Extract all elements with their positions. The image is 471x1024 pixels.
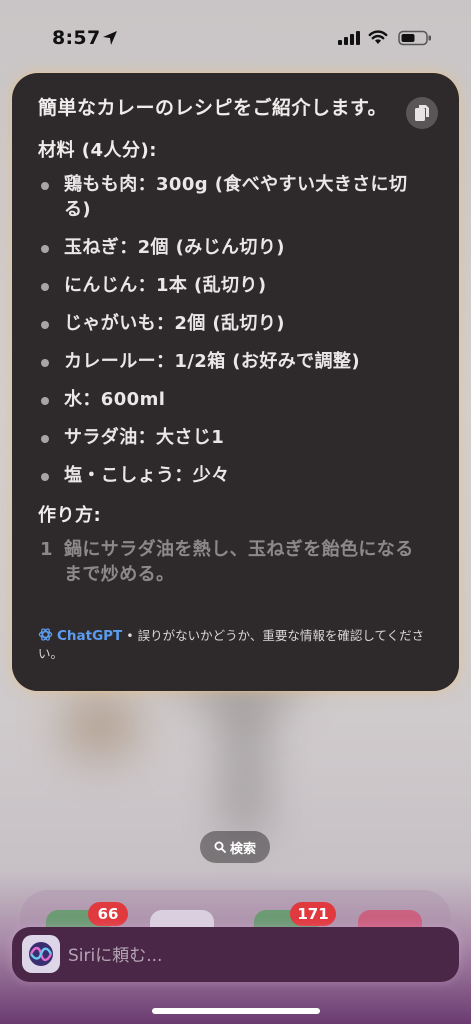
bullet-icon: [41, 473, 49, 481]
location-arrow-icon: [103, 31, 117, 45]
bullet-icon: [41, 182, 49, 190]
bullet-icon: [41, 435, 49, 443]
ingredients-heading: 材料 (4人分):: [38, 140, 157, 161]
status-time: 8:57: [52, 27, 101, 49]
list-item: じゃがいも：2個 (乱切り): [38, 311, 428, 336]
list-item: 塩・こしょう：少々: [38, 463, 428, 488]
siri-logo-icon[interactable]: [22, 935, 60, 973]
chatgpt-brand-label[interactable]: ChatGPT: [57, 628, 122, 644]
wifi-icon: [368, 30, 388, 44]
response-intro: 簡単なカレーのレシピをご紹介します。: [38, 97, 388, 119]
chatgpt-logo-icon: [38, 628, 53, 641]
step-item: 1 鍋にサラダ油を熱し、玉ねぎを飴色になるまで炒める。: [38, 537, 428, 587]
steps-heading: 作り方:: [38, 505, 102, 526]
siri-text-input[interactable]: [66, 942, 430, 970]
list-item: サラダ油：大さじ1: [38, 425, 428, 450]
battery-icon: [398, 30, 431, 46]
list-item: にんじん：1本 (乱切り): [38, 273, 428, 298]
notification-badge: 66: [88, 902, 128, 926]
siri-orb-icon: [29, 942, 53, 966]
ingredients-list: 鶏もも肉：300g (食べやすい大きさに切る) 玉ねぎ：2個 (みじん切り) に…: [38, 172, 428, 488]
home-indicator[interactable]: [152, 1008, 320, 1014]
background-blur: [60, 690, 140, 760]
list-item: 水：600ml: [38, 387, 428, 412]
step-number: 1: [40, 539, 53, 560]
bullet-icon: [41, 359, 49, 367]
search-button[interactable]: 検索: [200, 831, 270, 863]
notification-badge: 171: [290, 902, 336, 926]
bullet-icon: [41, 283, 49, 291]
siri-input-bar[interactable]: [12, 927, 459, 982]
list-item: カレールー：1/2箱 (お好みで調整): [38, 349, 428, 374]
response-content: 簡単なカレーのレシピをご紹介します。 材料 (4人分): 鶏もも肉：300g (…: [38, 95, 428, 587]
list-item: 鶏もも肉：300g (食べやすい大きさに切る): [38, 172, 428, 222]
bullet-icon: [41, 397, 49, 405]
cellular-signal-icon: [338, 31, 360, 45]
chatgpt-disclaimer: ChatGPT • 誤りがないかどうか、重要な情報を確認してください。: [38, 627, 433, 663]
status-bar: 8:57: [0, 0, 471, 70]
bullet-icon: [41, 321, 49, 329]
search-icon: [214, 841, 226, 853]
siri-response-card: 簡単なカレーのレシピをご紹介します。 材料 (4人分): 鶏もも肉：300g (…: [12, 73, 459, 691]
step-text: 鍋にサラダ油を熱し、玉ねぎを飴色になるまで炒める。: [64, 539, 414, 585]
list-item: 玉ねぎ：2個 (みじん切り): [38, 235, 428, 260]
bullet-icon: [41, 245, 49, 253]
search-button-label: 検索: [229, 841, 256, 857]
